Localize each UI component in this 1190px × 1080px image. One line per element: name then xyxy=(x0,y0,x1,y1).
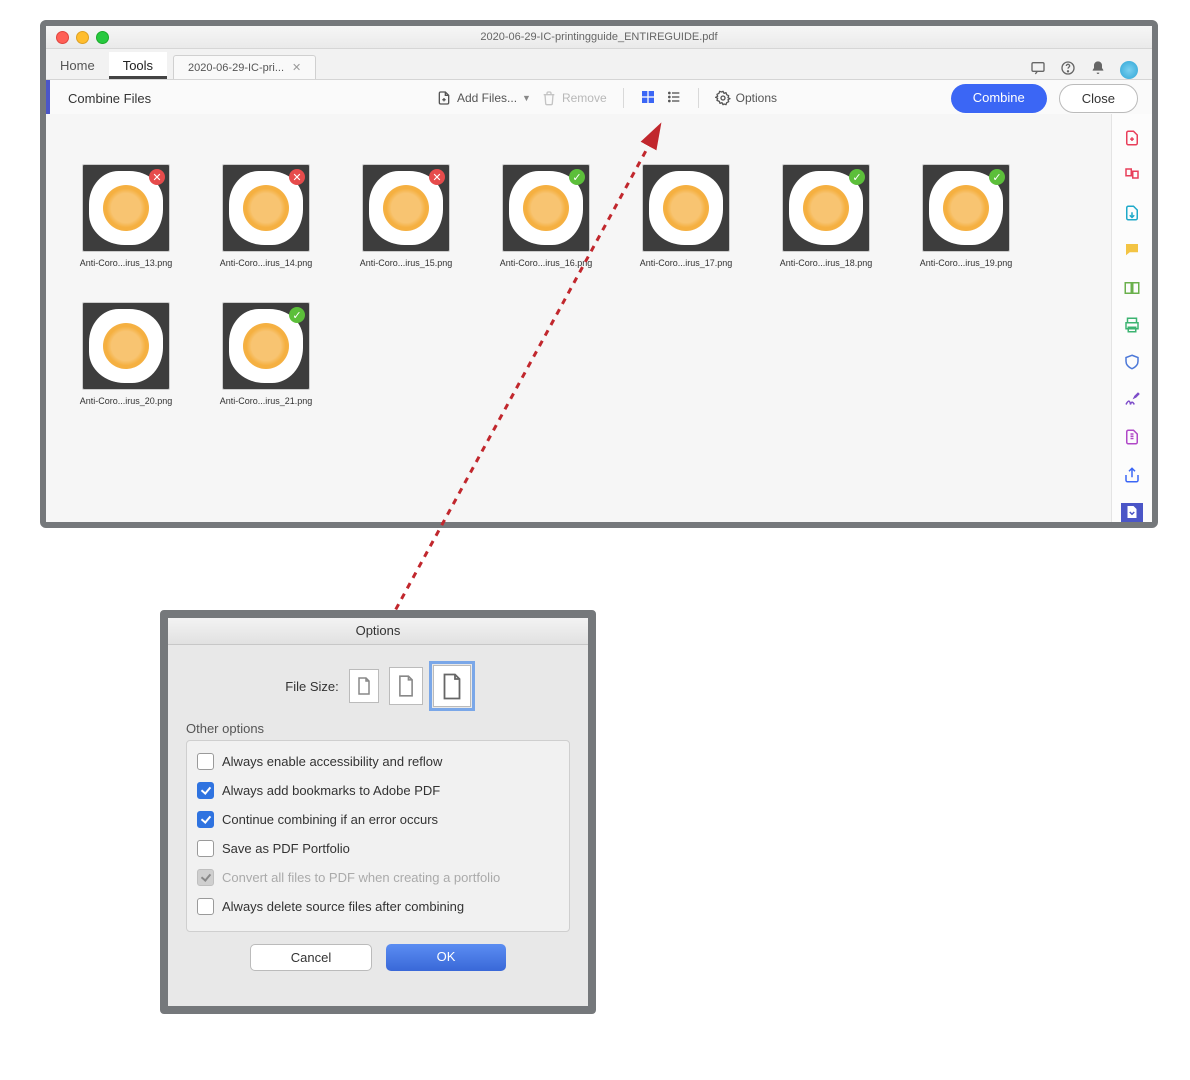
file-thumb[interactable]: ✕ Anti-Coro...irus_15.png xyxy=(356,164,456,268)
other-options-label: Other options xyxy=(186,721,570,736)
options-button[interactable]: Options xyxy=(715,90,777,106)
opt-bookmarks[interactable]: Always add bookmarks to Adobe PDF xyxy=(197,776,559,805)
combine-toolbar: Combine Files Add Files... ▼ Remove Opt xyxy=(46,80,1152,117)
checkbox-icon xyxy=(197,753,214,770)
file-name: Anti-Coro...irus_21.png xyxy=(216,396,316,406)
combine-files-icon[interactable] xyxy=(1121,278,1143,297)
file-name: Anti-Coro...irus_13.png xyxy=(76,258,176,268)
combine-tool-selected-icon[interactable] xyxy=(1121,503,1143,522)
file-size-small[interactable] xyxy=(349,669,379,703)
cross-badge-icon: ✕ xyxy=(289,169,305,185)
add-files-button[interactable]: Add Files... ▼ xyxy=(436,90,531,106)
opt-convert: Convert all files to PDF when creating a… xyxy=(197,863,559,892)
document-tab[interactable]: 2020-06-29-IC-pri... ✕ xyxy=(173,55,316,79)
close-button[interactable]: Close xyxy=(1059,84,1138,113)
titlebar: 2020-06-29-IC-printingguide_ENTIREGUIDE.… xyxy=(46,26,1152,49)
toolbar-title: Combine Files xyxy=(68,91,151,106)
combine-button[interactable]: Combine xyxy=(951,84,1047,113)
file-thumb[interactable]: ✓ Anti-Coro...irus_21.png xyxy=(216,302,316,406)
comment-icon[interactable] xyxy=(1121,240,1143,259)
file-name: Anti-Coro...irus_15.png xyxy=(356,258,456,268)
file-thumb[interactable]: ✕ Anti-Coro...irus_13.png xyxy=(76,164,176,268)
sign-icon[interactable] xyxy=(1121,390,1143,409)
other-options-group: Always enable accessibility and reflow A… xyxy=(186,740,570,932)
chat-icon[interactable] xyxy=(1030,60,1046,79)
protect-icon[interactable] xyxy=(1121,353,1143,372)
file-thumb[interactable]: Anti-Coro...irus_17.png xyxy=(636,164,736,268)
file-size-medium[interactable] xyxy=(389,667,423,705)
check-badge-icon: ✓ xyxy=(849,169,865,185)
list-view-icon[interactable] xyxy=(666,89,682,108)
dialog-title: Options xyxy=(168,618,588,645)
file-thumb[interactable]: ✓ Anti-Coro...irus_18.png xyxy=(776,164,876,268)
opt-portfolio[interactable]: Save as PDF Portfolio xyxy=(197,834,559,863)
file-size-large[interactable] xyxy=(433,665,471,707)
file-name: Anti-Coro...irus_20.png xyxy=(76,396,176,406)
export-pdf-icon[interactable] xyxy=(1121,203,1143,222)
opt-accessibility[interactable]: Always enable accessibility and reflow xyxy=(197,747,559,776)
opt-continue[interactable]: Continue combining if an error occurs xyxy=(197,805,559,834)
checkbox-icon xyxy=(197,840,214,857)
cross-badge-icon: ✕ xyxy=(149,169,165,185)
combine-content: ✕ Anti-Coro...irus_13.png ✕ Anti-Coro...iru… xyxy=(46,114,1112,522)
file-name: Anti-Coro...irus_18.png xyxy=(776,258,876,268)
window-title: 2020-06-29-IC-printingguide_ENTIREGUIDE.… xyxy=(46,31,1152,43)
ok-button[interactable]: OK xyxy=(386,944,506,971)
file-thumb[interactable]: ✓ Anti-Coro...irus_16.png xyxy=(496,164,596,268)
primary-tabs: Home Tools 2020-06-29-IC-pri... ✕ xyxy=(46,49,1152,80)
tab-tools[interactable]: Tools xyxy=(109,52,167,79)
checkbox-icon xyxy=(197,811,214,828)
file-name: Anti-Coro...irus_14.png xyxy=(216,258,316,268)
file-size-label: File Size: xyxy=(285,679,338,694)
file-name: Anti-Coro...irus_17.png xyxy=(636,258,736,268)
cancel-button[interactable]: Cancel xyxy=(250,944,372,971)
share-icon[interactable] xyxy=(1121,465,1143,484)
right-tool-rail xyxy=(1111,114,1152,522)
cross-badge-icon: ✕ xyxy=(429,169,445,185)
compress-icon[interactable] xyxy=(1121,428,1143,447)
check-badge-icon: ✓ xyxy=(289,307,305,323)
file-thumb[interactable]: ✕ Anti-Coro...irus_14.png xyxy=(216,164,316,268)
organize-pages-icon[interactable] xyxy=(1121,165,1143,184)
help-icon[interactable] xyxy=(1060,60,1076,79)
checkbox-icon xyxy=(197,869,214,886)
file-thumb[interactable]: ✓ Anti-Coro...irus_19.png xyxy=(916,164,1016,268)
file-name: Anti-Coro...irus_19.png xyxy=(916,258,1016,268)
checkbox-icon xyxy=(197,898,214,915)
account-avatar[interactable] xyxy=(1120,61,1138,79)
check-badge-icon: ✓ xyxy=(989,169,1005,185)
document-tab-label: 2020-06-29-IC-pri... xyxy=(188,62,284,74)
bell-icon[interactable] xyxy=(1090,60,1106,79)
dropdown-icon: ▼ xyxy=(522,93,531,103)
close-tab-icon[interactable]: ✕ xyxy=(292,61,301,74)
file-name: Anti-Coro...irus_16.png xyxy=(496,258,596,268)
checkbox-icon xyxy=(197,782,214,799)
grid-view-icon[interactable] xyxy=(640,89,656,108)
check-badge-icon: ✓ xyxy=(569,169,585,185)
create-pdf-icon[interactable] xyxy=(1121,128,1143,147)
remove-button: Remove xyxy=(541,90,607,106)
file-thumb[interactable]: Anti-Coro...irus_20.png xyxy=(76,302,176,406)
trash-icon xyxy=(541,90,557,106)
gear-icon xyxy=(715,90,731,106)
opt-delete[interactable]: Always delete source files after combini… xyxy=(197,892,559,921)
add-file-icon xyxy=(436,90,452,106)
tab-home[interactable]: Home xyxy=(46,52,109,79)
print-icon[interactable] xyxy=(1121,315,1143,334)
acrobat-window: 2020-06-29-IC-printingguide_ENTIREGUIDE.… xyxy=(40,20,1158,528)
options-dialog: Options File Size: Other options Always … xyxy=(160,610,596,1014)
